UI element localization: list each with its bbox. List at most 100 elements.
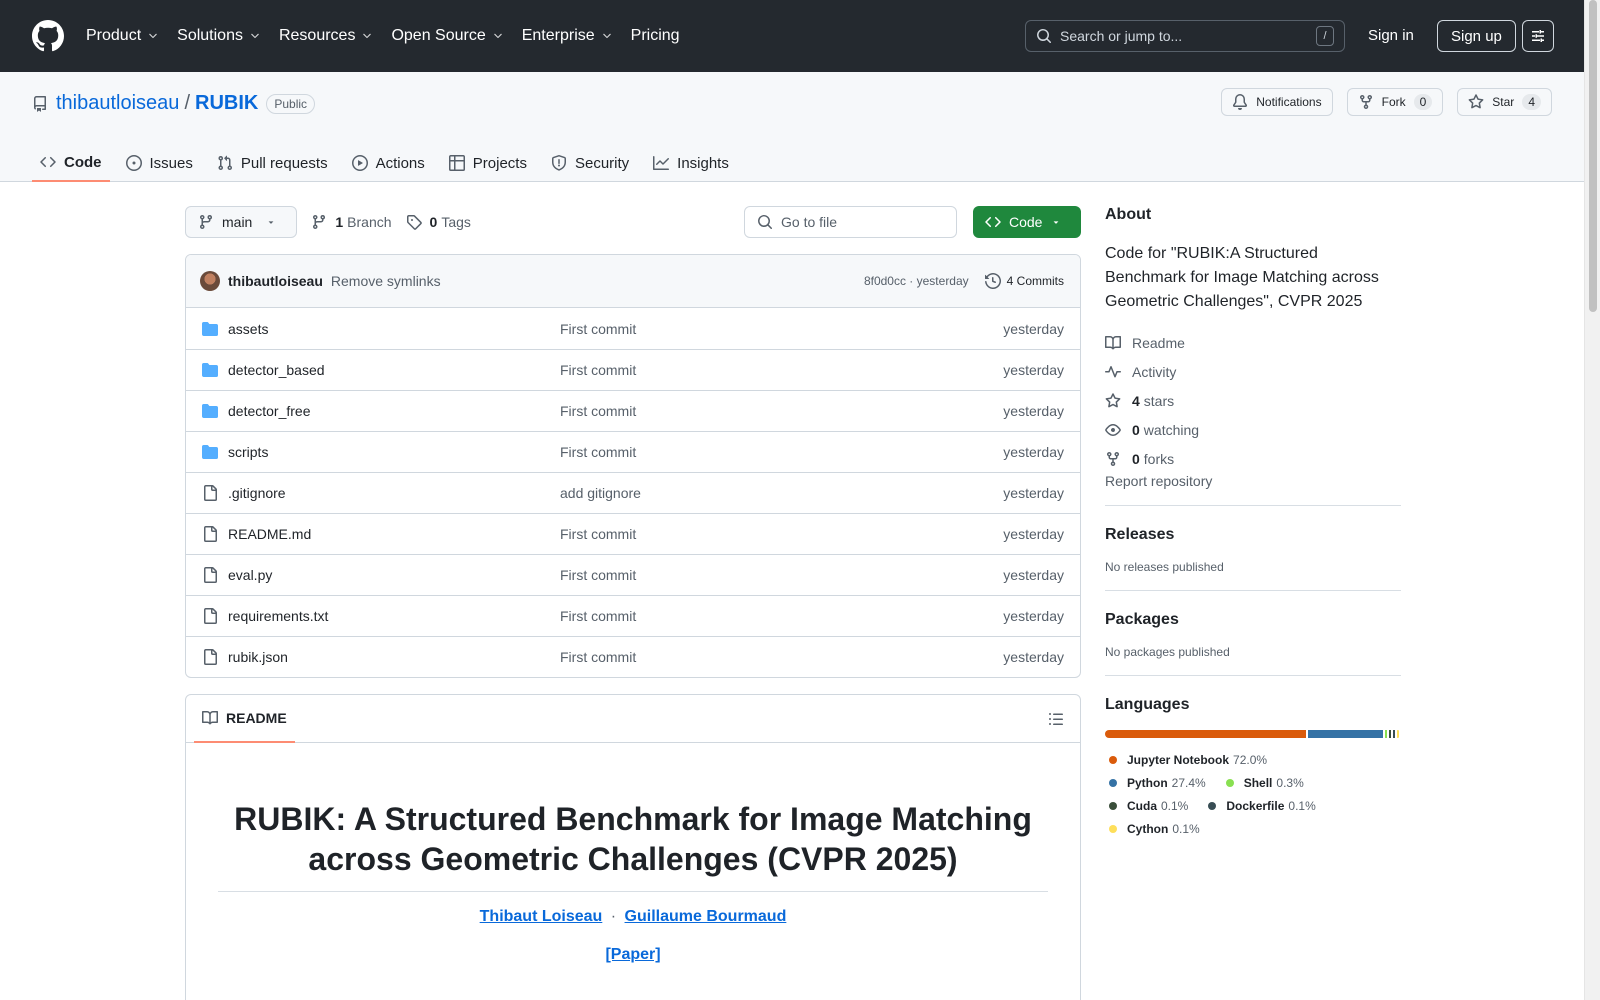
code-dropdown-button[interactable]: Code (973, 206, 1081, 238)
commits-link[interactable]: 4 Commits (984, 273, 1064, 289)
table-row[interactable]: .gitignore add gitignore yesterday (186, 472, 1080, 513)
tags-link[interactable]: 0 Tags (406, 214, 471, 230)
commit-author-link[interactable]: thibautloiseau (228, 273, 323, 289)
table-row[interactable]: rubik.json First commit yesterday (186, 636, 1080, 677)
watchers-link[interactable]: 0 watching (1105, 415, 1401, 444)
file-name-link[interactable]: detector_free (228, 403, 560, 419)
table-row[interactable]: detector_free First commit yesterday (186, 390, 1080, 431)
file-name-link[interactable]: rubik.json (228, 649, 560, 665)
list-icon[interactable] (1048, 711, 1064, 727)
nav-solutions[interactable]: Solutions (177, 27, 261, 45)
file-name-link[interactable]: .gitignore (228, 485, 560, 501)
nav-label: Enterprise (521, 27, 595, 44)
tab-pull-requests[interactable]: Pull requests (209, 144, 336, 182)
stars-link[interactable]: 4 stars (1105, 386, 1401, 415)
page-scrollbar[interactable] (1584, 0, 1600, 1000)
packages-heading[interactable]: Packages (1105, 611, 1401, 629)
tab-issues[interactable]: Issues (118, 144, 201, 182)
branch-label: Branch (347, 214, 392, 230)
language-percent: 0.3% (1276, 775, 1304, 790)
readme-link[interactable]: Readme (1105, 328, 1401, 357)
nav-resources[interactable]: Resources (279, 27, 373, 45)
readme-tab[interactable]: README (194, 695, 295, 743)
branch-icon (313, 215, 326, 230)
tab-actions[interactable]: Actions (344, 144, 433, 182)
repo-owner-link[interactable]: thibautloiseau (56, 92, 179, 115)
table-row[interactable]: requirements.txt First commit yesterday (186, 595, 1080, 636)
nav-enterprise[interactable]: Enterprise (522, 27, 613, 45)
file-commit-message[interactable]: First commit (560, 608, 636, 624)
file-commit-message[interactable]: First commit (560, 567, 636, 583)
file-commit-message[interactable]: First commit (560, 649, 636, 665)
scrollbar-thumb[interactable] (1589, 0, 1597, 312)
commit-sha-time[interactable]: 8f0d0cc · yesterday (864, 274, 969, 288)
packages-note: No packages published (1105, 645, 1230, 659)
nav-open-source[interactable]: Open Source (391, 27, 503, 45)
go-to-file-placeholder: Go to file (781, 214, 838, 230)
nav-pricing[interactable]: Pricing (631, 27, 680, 45)
star-button[interactable]: Star 4 (1457, 88, 1552, 116)
tab-label: Issues (149, 154, 193, 172)
file-commit-date: yesterday (1003, 526, 1064, 542)
pull-request-icon (218, 155, 232, 171)
sliders-icon (1532, 30, 1544, 42)
language-item[interactable]: Cython 0.1% (1109, 817, 1200, 840)
commit-message-link[interactable]: Remove symlinks (331, 273, 441, 289)
file-name-link[interactable]: detector_based (228, 362, 560, 378)
branches-link[interactable]: 1 Branch (311, 214, 392, 230)
menu-button[interactable] (1522, 20, 1554, 52)
author-link[interactable]: Guillaume Bourmaud (625, 908, 787, 925)
nav-label: Product (86, 27, 142, 44)
nav-product[interactable]: Product (86, 27, 159, 45)
language-item[interactable]: Cuda 0.1% (1109, 794, 1188, 817)
tab-security[interactable]: Security (543, 144, 637, 182)
report-repository-link[interactable]: Report repository (1105, 473, 1212, 489)
file-commit-message[interactable]: First commit (560, 444, 636, 460)
readme-header: README (186, 695, 1080, 743)
file-name-link[interactable]: requirements.txt (228, 608, 560, 624)
book-icon (202, 710, 218, 724)
activity-link[interactable]: Activity (1105, 357, 1401, 386)
author-link[interactable]: Thibaut Loiseau (480, 908, 603, 925)
branch-select-button[interactable]: main (185, 206, 298, 238)
sign-in-link[interactable]: Sign in (1368, 27, 1414, 44)
notifications-button[interactable]: Notifications (1221, 88, 1333, 116)
search-icon (1037, 29, 1051, 43)
search-input[interactable]: Search or jump to... / (1025, 20, 1345, 52)
language-item[interactable]: Jupyter Notebook 72.0% (1109, 748, 1267, 771)
table-row[interactable]: assets First commit yesterday (186, 308, 1080, 349)
avatar[interactable] (200, 271, 220, 291)
file-name-link[interactable]: eval.py (228, 567, 560, 583)
file-name-link[interactable]: scripts (228, 444, 560, 460)
file-commit-message[interactable]: First commit (560, 403, 636, 419)
file-commit-message[interactable]: First commit (560, 321, 636, 337)
paper-link[interactable]: [Paper] (218, 946, 1048, 964)
tab-projects[interactable]: Projects (441, 144, 535, 182)
file-commit-message[interactable]: add gitignore (560, 485, 641, 501)
file-commit-message[interactable]: First commit (560, 526, 636, 542)
file-commit-message[interactable]: First commit (560, 362, 636, 378)
github-logo-icon[interactable] (32, 20, 64, 52)
file-commit-date: yesterday (1003, 567, 1064, 583)
file-name-link[interactable]: README.md (228, 526, 560, 542)
table-row[interactable]: scripts First commit yesterday (186, 431, 1080, 472)
tag-icon (406, 215, 422, 230)
releases-heading[interactable]: Releases (1105, 526, 1401, 544)
tab-code[interactable]: Code (32, 144, 110, 182)
file-name-link[interactable]: assets (228, 321, 560, 337)
fork-button[interactable]: Fork 0 (1346, 88, 1444, 116)
go-to-file-input[interactable]: Go to file (744, 206, 957, 238)
language-item[interactable]: Dockerfile 0.1% (1208, 794, 1316, 817)
tab-insights[interactable]: Insights (645, 144, 737, 182)
repo-title: thibautloiseau / RUBIK Public (32, 92, 316, 115)
sign-up-button[interactable]: Sign up (1437, 20, 1516, 52)
forks-link[interactable]: 0 forks (1105, 444, 1401, 473)
table-row[interactable]: eval.py First commit yesterday (186, 554, 1080, 595)
table-row[interactable]: detector_based First commit yesterday (186, 349, 1080, 390)
search-placeholder: Search or jump to... (1060, 28, 1183, 44)
language-item[interactable]: Shell 0.3% (1225, 771, 1304, 794)
table-row[interactable]: README.md First commit yesterday (186, 513, 1080, 554)
repo-name-link[interactable]: RUBIK (195, 92, 258, 115)
language-name: Shell (1243, 775, 1273, 790)
language-item[interactable]: Python 27.4% (1109, 771, 1206, 794)
